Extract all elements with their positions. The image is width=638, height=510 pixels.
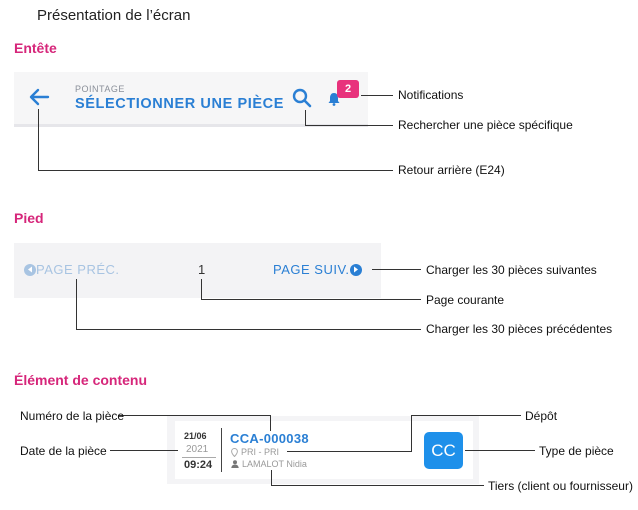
search-icon[interactable] [292,88,312,108]
next-page-button[interactable]: PAGE SUIV. [273,262,362,277]
annotation-piece-type: Type de pièce [539,444,614,458]
annotation-piece-number: Numéro de la pièce [20,409,125,423]
annotation-notifications: Notifications [398,88,464,102]
next-page-label: PAGE SUIV. [273,262,350,277]
piece-date-daymonth: 21/06 [184,431,207,441]
annotation-current-page: Page courante [426,293,505,307]
chevron-left-icon [24,263,36,276]
date-divider [182,457,216,458]
piece-tiers: LAMALOT Nidia [231,459,307,469]
section-title-header: Entête [14,40,57,56]
prev-page-label: PAGE PRÉC. [36,262,120,277]
piece-depot: PRI - PRI [231,447,279,457]
tiers-label: LAMALOT Nidia [242,459,307,469]
location-pin-icon [231,447,238,457]
depot-label: PRI - PRI [241,447,280,457]
annotation-depot: Dépôt [525,409,558,423]
notification-badge[interactable]: 2 [337,80,359,98]
header-title: SÉLECTIONNER UNE PIÈCE [75,96,284,112]
annotation-back: Retour arrière (E24) [398,163,505,177]
page-title: Présentation de l’écran [37,7,191,24]
user-icon [231,460,239,468]
piece-date-year: 2021 [186,444,209,455]
header-subtitle: POINTAGE [75,84,125,94]
annotation-tiers: Tiers (client ou fournisseur) [488,479,633,493]
annotation-piece-date: Date de la pièce [20,444,107,458]
chevron-right-icon [349,263,362,276]
section-title-footer: Pied [14,210,44,226]
piece-number: CCA-000038 [230,431,309,446]
piece-type-badge: CC [424,432,463,469]
section-title-content: Élément de contenu [14,372,148,388]
arrow-left-icon[interactable] [28,87,50,107]
vertical-divider [221,428,222,472]
current-page-number: 1 [198,262,206,277]
annotation-search: Rechercher une pièce spécifique [398,118,573,132]
piece-time: 09:24 [184,459,213,471]
prev-page-button[interactable]: PAGE PRÉC. [24,262,120,277]
annotation-next-page: Charger les 30 pièces suivantes [426,263,597,277]
annotation-prev-page: Charger les 30 pièces précédentes [426,322,613,336]
